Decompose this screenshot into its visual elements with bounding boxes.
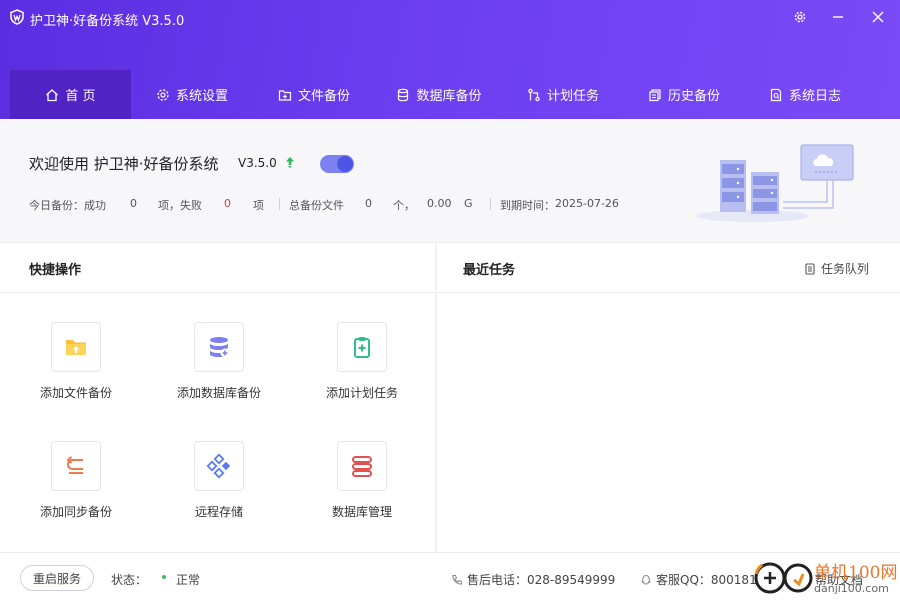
quick-operations-header: 快捷操作 xyxy=(0,243,435,293)
welcome-title: 欢迎使用 护卫神·好备份系统 xyxy=(29,155,219,173)
title-bar[interactable]: 护卫神·好备份系统 V3.5.0 xyxy=(0,0,900,36)
gear-icon xyxy=(157,88,169,101)
tab-system-log[interactable]: 系统日志 xyxy=(745,70,865,119)
expire-label: 到期时间： xyxy=(500,199,555,212)
tab-system-log-label: 系统日志 xyxy=(788,89,841,104)
tile-label: 远程存储 xyxy=(194,505,243,519)
add-file-backup-tile[interactable]: 添加文件备份 xyxy=(16,322,136,422)
app-header: 护卫神·好备份系统 V3.5.0 首 页 系统设置 文件备份 数据库备份 计划任… xyxy=(0,0,900,119)
recent-tasks-header: 最近任务 任务队列 xyxy=(437,243,900,293)
minimize-icon xyxy=(833,16,843,18)
welcome-version: V3.5.0 xyxy=(238,156,277,170)
recent-tasks-panel: 最近任务 任务队列 xyxy=(437,243,900,552)
stat-divider xyxy=(490,198,491,210)
status-label: 状态： xyxy=(111,573,148,587)
clipboard-add-icon xyxy=(354,337,370,358)
tab-history[interactable]: 历史备份 xyxy=(623,70,745,119)
tab-database-backup-label: 数据库备份 xyxy=(416,89,482,104)
tab-settings-label: 系统设置 xyxy=(175,89,228,104)
total-size: 0.00 xyxy=(427,197,452,210)
tile-icon-box xyxy=(51,322,101,372)
app-title: 护卫神·好备份系统 V3.5.0 xyxy=(30,14,185,29)
tab-file-backup[interactable]: 文件备份 xyxy=(253,70,375,119)
success-count: 0 xyxy=(130,197,137,210)
upgrade-arrow-icon[interactable] xyxy=(285,156,295,168)
support-phone: 售后电话：028-89549999 xyxy=(451,571,615,588)
phone-icon xyxy=(452,574,462,585)
tile-icon-box xyxy=(337,322,387,372)
recent-tasks-title: 最近任务 xyxy=(463,263,516,278)
total-unit: 个， xyxy=(393,199,415,212)
close-icon xyxy=(872,11,884,23)
status-value: 正常 xyxy=(176,573,201,587)
add-schedule-task-tile[interactable]: 添加计划任务 xyxy=(302,322,422,422)
minimize-button[interactable] xyxy=(825,6,851,28)
remote-storage-tile[interactable]: 远程存储 xyxy=(159,441,279,541)
size-unit: G xyxy=(464,197,473,210)
history-icon xyxy=(649,88,661,101)
tile-icon-box xyxy=(194,441,244,491)
total-label: 总备份文件 xyxy=(289,199,344,212)
shield-logo-icon xyxy=(10,9,24,25)
restart-service-button[interactable]: 重启服务 xyxy=(20,565,94,591)
tile-icon-box xyxy=(51,441,101,491)
service-toggle[interactable] xyxy=(320,155,354,173)
tile-label: 添加计划任务 xyxy=(325,386,398,400)
gear-icon xyxy=(794,11,806,23)
add-database-backup-tile[interactable]: 添加数据库备份 xyxy=(159,322,279,422)
total-count: 0 xyxy=(365,197,372,210)
toggle-knob xyxy=(337,156,353,172)
tab-home-label: 首 页 xyxy=(65,89,96,104)
status-dot-icon xyxy=(162,575,166,579)
qq-icon xyxy=(641,574,651,585)
tile-label: 添加数据库备份 xyxy=(176,386,261,400)
database-icon xyxy=(398,88,409,101)
tab-history-label: 历史备份 xyxy=(667,89,720,104)
folder-plus-icon xyxy=(278,89,292,101)
watermark-title: 单机100网 xyxy=(814,563,898,583)
stat-divider xyxy=(279,198,280,210)
welcome-panel: 欢迎使用 护卫神·好备份系统 V3.5.0 今日备份：成功 0 项，失败 0 项… xyxy=(0,119,900,243)
tab-file-backup-label: 文件备份 xyxy=(297,89,350,104)
tile-label: 数据库管理 xyxy=(331,505,392,519)
success-unit: 项，失败 xyxy=(158,199,202,212)
settings-button[interactable] xyxy=(787,6,813,28)
queue-list-icon xyxy=(805,262,815,275)
quick-operations-panel: 快捷操作 添加文件备份 添加数据库备份 添加计划任务 添加同步备份 远程存储 数… xyxy=(0,243,436,552)
tab-home[interactable]: 首 页 xyxy=(10,70,131,119)
tab-settings[interactable]: 系统设置 xyxy=(131,70,253,119)
schedule-icon xyxy=(528,88,540,101)
tile-icon-box xyxy=(194,322,244,372)
today-label: 今日备份：成功 xyxy=(29,199,106,212)
main-nav: 首 页 系统设置 文件备份 数据库备份 计划任务 历史备份 系统日志 xyxy=(10,70,865,119)
watermark-url: danji100.com xyxy=(814,582,889,595)
tile-label: 添加文件备份 xyxy=(39,386,112,400)
log-icon xyxy=(770,88,782,101)
fail-count: 0 xyxy=(224,197,231,210)
database-add-icon xyxy=(210,337,230,358)
task-queue-label: 任务队列 xyxy=(820,262,869,276)
fail-unit: 项 xyxy=(253,199,264,212)
quick-operations-title: 快捷操作 xyxy=(29,263,82,278)
expire-date: 2025-07-26 xyxy=(555,197,619,210)
database-management-tile[interactable]: 数据库管理 xyxy=(302,441,422,541)
tab-database-backup[interactable]: 数据库备份 xyxy=(375,70,503,119)
task-queue-button[interactable]: 任务队列 xyxy=(804,260,869,277)
support-phone-text: 售后电话：028-89549999 xyxy=(467,573,616,587)
close-button[interactable] xyxy=(865,6,891,28)
add-sync-backup-tile[interactable]: 添加同步备份 xyxy=(16,441,136,541)
tab-schedule-label: 计划任务 xyxy=(546,89,599,104)
server-cloud-illustration xyxy=(697,144,854,222)
tile-icon-box xyxy=(337,441,387,491)
home-icon xyxy=(46,88,59,101)
folder-upload-icon xyxy=(66,340,86,355)
restart-service-label: 重启服务 xyxy=(32,571,81,586)
sync-icon xyxy=(66,456,83,474)
database-manage-icon xyxy=(352,456,372,477)
tile-label: 添加同步备份 xyxy=(39,505,112,519)
remote-storage-icon xyxy=(206,453,231,479)
tab-schedule[interactable]: 计划任务 xyxy=(503,70,623,119)
